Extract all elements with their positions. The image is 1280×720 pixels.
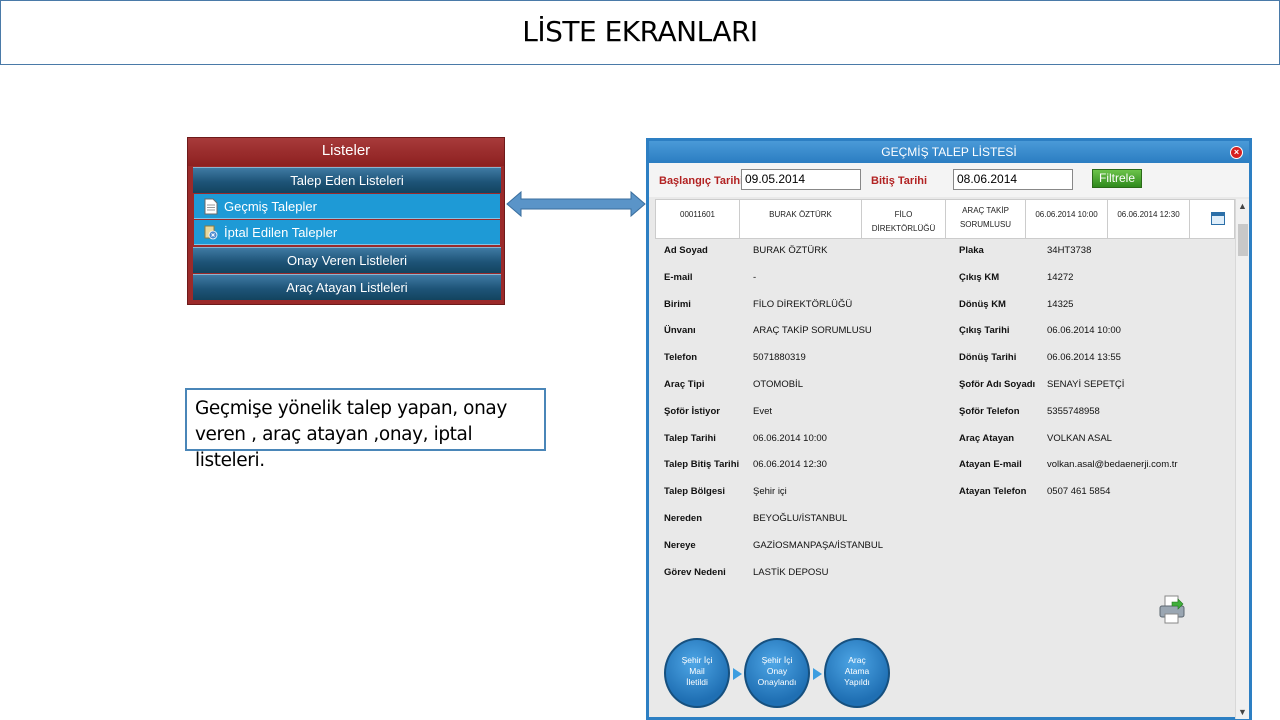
field-label: Araç Tipi	[664, 379, 705, 390]
field-label: Çıkış Tarihi	[959, 325, 1010, 336]
scrollbar[interactable]: ▲ ▼	[1235, 199, 1249, 719]
menu-item-label: Geçmiş Talepler	[224, 199, 317, 214]
field-value: BEYOĞLU/İSTANBUL	[753, 513, 848, 524]
scroll-thumb[interactable]	[1238, 224, 1248, 256]
menu-item-cancelled-requests[interactable]: İptal Edilen Talepler	[194, 220, 500, 245]
field-value: volkan.asal@bedaenerji.com.tr	[1047, 459, 1178, 470]
summary-cell: BURAK ÖZTÜRK	[740, 200, 862, 238]
description-note: Geçmişe yönelik talep yapan, onay veren …	[185, 388, 546, 471]
field-value: 06.06.2014 10:00	[753, 433, 827, 444]
field-label: Şoför Adı Soyadı	[959, 379, 1036, 390]
field-value: BURAK ÖZTÜRK	[753, 245, 828, 256]
slide-header: LİSTE EKRANLARI	[0, 0, 1280, 65]
summary-row[interactable]: 00011601 BURAK ÖZTÜRK FİLO DİREKTÖRLÜĞÜ …	[655, 199, 1235, 239]
end-date-label: Bitiş Tarihi	[871, 175, 928, 187]
field-label: Ad Soyad	[664, 245, 708, 256]
menu-title: Listeler	[188, 138, 504, 166]
field-label: Araç Atayan	[959, 433, 1015, 444]
field-value: SENAYİ SEPETÇİ	[1047, 379, 1125, 390]
step-arrow-icon	[733, 668, 742, 680]
field-label: Dönüş Tarihi	[959, 352, 1017, 363]
calendar-icon[interactable]	[1211, 212, 1225, 225]
field-value: VOLKAN ASAL	[1047, 433, 1112, 444]
note-line-1: Geçmişe yönelik talep yapan, onay	[195, 398, 507, 419]
summary-cell: FİLO DİREKTÖRLÜĞÜ	[862, 200, 946, 238]
field-value: 0507 461 5854	[1047, 486, 1111, 497]
workflow-step-approved: Şehir İçi Onay Onaylandı	[744, 638, 810, 708]
step-label: Onay	[766, 666, 788, 676]
filter-button[interactable]: Filtrele	[1092, 169, 1142, 188]
field-value: LASTİK DEPOSU	[753, 567, 829, 578]
end-date-input[interactable]: 08.06.2014	[953, 169, 1073, 190]
step-label: Atama	[844, 666, 870, 676]
slide-title: LİSTE EKRANLARI	[522, 15, 758, 48]
field-label: Plaka	[959, 245, 984, 256]
field-label: Nereden	[664, 513, 703, 524]
field-label: Birimi	[664, 299, 691, 310]
step-label: İletildi	[686, 677, 708, 687]
field-value: 5071880319	[753, 352, 806, 363]
field-label: Talep Tarihi	[664, 433, 716, 444]
document-icon	[204, 198, 218, 215]
printer-icon[interactable]	[1158, 594, 1186, 626]
step-arrow-icon	[813, 668, 822, 680]
start-date-input[interactable]: 09.05.2014	[741, 169, 861, 190]
summary-cell: 00011601	[656, 200, 740, 238]
window-title: GEÇMİŞ TALEP LİSTESİ	[649, 141, 1249, 163]
field-label: Nereye	[664, 540, 696, 551]
workflow-step-mail-sent: Şehir İçi Mail İletildi	[664, 638, 730, 708]
past-requests-window: GEÇMİŞ TALEP LİSTESİ × Başlangıç Tarihi …	[646, 138, 1252, 720]
field-value: ARAÇ TAKİP SORUMLUSU	[753, 325, 872, 336]
field-value: 34HT3738	[1047, 245, 1092, 256]
field-value: Evet	[753, 406, 773, 417]
summary-cell: 06.06.2014 12:30	[1108, 200, 1190, 238]
field-label: Görev Nedeni	[664, 567, 726, 578]
start-date-label: Başlangıç Tarihi	[659, 175, 744, 187]
summary-cell: 06.06.2014 10:00	[1026, 200, 1108, 238]
field-label: Dönüş KM	[959, 299, 1006, 310]
field-label: E-mail	[664, 272, 693, 283]
field-value: 14272	[1047, 272, 1074, 283]
field-value: FİLO DİREKTÖRLÜĞÜ	[753, 299, 853, 310]
field-label: Telefon	[664, 352, 698, 363]
field-value: OTOMOBİL	[753, 379, 803, 390]
field-label: Talep Bölgesi	[664, 486, 726, 497]
field-label: Talep Bitiş Tarihi	[664, 459, 740, 470]
field-value: 06.06.2014 10:00	[1047, 325, 1121, 336]
menu-band-approvers[interactable]: Onay Veren Listleleri	[193, 247, 501, 273]
double-arrow-icon	[506, 190, 646, 218]
note-line-2: veren , araç atayan ,onay, iptal listele…	[195, 424, 473, 471]
summary-cell: ARAÇ TAKİP SORUMLUSU	[946, 200, 1026, 238]
field-value: 06.06.2014 13:55	[1047, 352, 1121, 363]
menu-item-past-requests[interactable]: Geçmiş Talepler	[194, 194, 500, 219]
field-value: -	[753, 272, 757, 283]
step-label: Şehir İçi	[761, 655, 793, 665]
field-value: 5355748958	[1047, 406, 1100, 417]
field-label: Şoför Telefon	[959, 406, 1020, 417]
step-label: Mail	[689, 666, 705, 676]
field-label: Ünvanı	[664, 325, 696, 336]
scroll-up-icon[interactable]: ▲	[1238, 201, 1247, 211]
scroll-down-icon[interactable]: ▼	[1238, 707, 1247, 717]
field-label: Atayan E-mail	[959, 459, 1022, 470]
field-value: 06.06.2014 12:30	[753, 459, 827, 470]
field-label: Çıkış KM	[959, 272, 1000, 283]
field-value: GAZİOSMANPAŞA/İSTANBUL	[753, 540, 884, 551]
filter-bar: Başlangıç Tarihi 09.05.2014 Bitiş Tarihi…	[649, 163, 1249, 197]
step-label: Yapıldı	[844, 677, 870, 687]
step-label: Şehir İçi	[681, 655, 713, 665]
menu-band-requesters[interactable]: Talep Eden Listeleri	[193, 167, 501, 193]
step-label: Onaylandı	[757, 677, 797, 687]
menu-band-assigners[interactable]: Araç Atayan Listleleri	[193, 274, 501, 300]
field-label: Atayan Telefon	[959, 486, 1027, 497]
field-value: 14325	[1047, 299, 1074, 310]
cancel-doc-icon	[204, 225, 218, 240]
field-value: Şehir içi	[753, 486, 787, 497]
field-label: Şoför İstiyor	[664, 406, 720, 417]
close-icon[interactable]: ×	[1230, 146, 1243, 159]
step-label: Araç	[848, 655, 866, 665]
menu-item-label: İptal Edilen Talepler	[224, 225, 338, 240]
lists-menu: Listeler Talep Eden Listeleri Geçmiş Tal…	[187, 137, 505, 305]
workflow-step-vehicle-assigned: Araç Atama Yapıldı	[824, 638, 890, 708]
